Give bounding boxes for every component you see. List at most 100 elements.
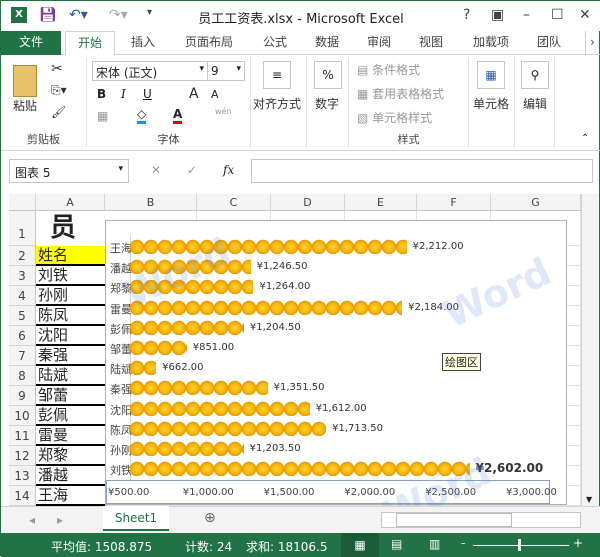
column-header[interactable]: C: [197, 194, 271, 211]
paste-button[interactable]: 粘贴: [13, 97, 37, 114]
row-header[interactable]: 2: [9, 246, 36, 266]
row-header[interactable]: 10: [9, 406, 36, 426]
column-header[interactable]: B: [105, 194, 197, 211]
copy-icon[interactable]: ⎘▾: [51, 83, 67, 98]
add-sheet-icon[interactable]: ⊕: [204, 510, 216, 526]
close-button[interactable]: ✕: [579, 7, 591, 23]
bar[interactable]: [130, 360, 157, 376]
editing-button[interactable]: 编辑: [523, 95, 547, 112]
fill-color-icon[interactable]: ◇: [137, 107, 147, 124]
ribbon-display-button[interactable]: ▣: [491, 7, 504, 23]
bar[interactable]: [130, 380, 268, 396]
table-format-button[interactable]: ▦ 套用表格格式: [357, 85, 444, 102]
editing-group[interactable]: ⚲ 编辑: [515, 57, 555, 147]
alignment-group[interactable]: ≡ 对齐方式: [251, 57, 307, 147]
shrink-font-button[interactable]: A: [211, 88, 219, 101]
tab-file[interactable]: 文件: [1, 31, 61, 55]
column-header[interactable]: E: [345, 194, 417, 211]
bar[interactable]: [130, 319, 244, 335]
column-header[interactable]: A: [36, 194, 105, 211]
horizontal-scrollbar[interactable]: [381, 512, 581, 528]
name-box[interactable]: 图表 5 ▾: [9, 159, 129, 183]
row-header[interactable]: 3: [9, 266, 36, 286]
select-all-corner[interactable]: [9, 194, 36, 211]
format-painter-icon[interactable]: 🖌︎: [51, 105, 66, 119]
row-header[interactable]: 9: [9, 386, 36, 406]
formula-input[interactable]: [251, 159, 593, 183]
font-name-select[interactable]: 宋体 (正文) ▾: [92, 61, 208, 81]
insert-function-button[interactable]: fx: [223, 163, 234, 177]
column-header[interactable]: D: [271, 194, 345, 211]
sheet-tab-sheet1[interactable]: Sheet1: [103, 506, 169, 531]
italic-button[interactable]: I: [121, 87, 126, 101]
chart[interactable]: 王海 ¥2,212.00 潘越 ¥1,246.50 郑黎 ¥1,264.00 雷曼 ¥2,18…: [105, 220, 567, 505]
bar[interactable]: [130, 441, 244, 456]
number-group[interactable]: % 数字: [307, 57, 349, 147]
bar[interactable]: [130, 420, 327, 436]
cancel-icon[interactable]: ✕: [151, 163, 161, 177]
page-break-view-icon[interactable]: ▥: [429, 537, 440, 551]
alignment-button[interactable]: 对齐方式: [253, 95, 301, 112]
name-cell[interactable]: 王海: [36, 486, 105, 506]
font-size-select[interactable]: 9 ▾: [207, 61, 245, 81]
grow-font-button[interactable]: A: [189, 86, 199, 102]
number-button[interactable]: 数字: [315, 95, 339, 112]
font-color-icon[interactable]: A: [173, 107, 183, 124]
zoom-slider[interactable]: [473, 545, 569, 546]
cut-icon[interactable]: ✂: [51, 61, 63, 77]
bar[interactable]: [130, 299, 403, 315]
page-layout-view-icon[interactable]: ▤: [391, 537, 402, 551]
bold-button[interactable]: B: [97, 87, 106, 101]
conditional-format-button[interactable]: ▤ 条件格式: [357, 61, 420, 78]
tab-page-layout[interactable]: 页面布局: [173, 31, 245, 55]
column-header[interactable]: F: [417, 194, 491, 211]
tab-team[interactable]: 团队: [527, 31, 571, 55]
category-label: 彭佩: [110, 322, 132, 336]
enter-icon[interactable]: ✓: [187, 163, 197, 177]
row-header[interactable]: 1: [9, 211, 36, 246]
cells-button[interactable]: 单元格: [473, 95, 509, 112]
bar[interactable]: [130, 239, 407, 254]
bar[interactable]: [130, 340, 187, 355]
bar[interactable]: [130, 259, 251, 275]
row-header[interactable]: 13: [9, 466, 36, 486]
cell-style-button[interactable]: ▧ 单元格样式: [357, 109, 432, 126]
sheet-prev-icon[interactable]: ◂: [29, 513, 35, 527]
row-header[interactable]: 14: [9, 486, 36, 506]
tab-home[interactable]: 开始: [65, 31, 115, 56]
paste-icon[interactable]: [13, 65, 37, 97]
zoom-slider-thumb[interactable]: [518, 539, 521, 551]
help-button[interactable]: ?: [463, 7, 470, 23]
bar[interactable]: [130, 279, 254, 295]
tab-addins[interactable]: 加载项: [463, 31, 519, 55]
bar[interactable]: [130, 400, 310, 416]
row-header[interactable]: 6: [9, 326, 36, 346]
tab-insert[interactable]: 插入: [121, 31, 165, 55]
tab-formulas[interactable]: 公式: [253, 31, 297, 55]
tab-review[interactable]: 审阅: [357, 31, 401, 55]
row-header[interactable]: 5: [9, 306, 36, 326]
bar[interactable]: [130, 461, 470, 477]
tab-view[interactable]: 视图: [409, 31, 453, 55]
minimize-button[interactable]: –: [523, 7, 530, 23]
row-header[interactable]: 11: [9, 426, 36, 446]
row-header[interactable]: 4: [9, 286, 36, 306]
row-header[interactable]: 12: [9, 446, 36, 466]
vertical-scrollbar[interactable]: ▼: [581, 194, 599, 506]
collapse-ribbon-icon[interactable]: ⌃: [581, 133, 589, 144]
row-header[interactable]: 8: [9, 366, 36, 386]
value-axis[interactable]: [106, 480, 550, 504]
zoom-in-button[interactable]: +: [573, 536, 583, 550]
sheet-next-icon[interactable]: ▸: [57, 513, 63, 527]
row-header[interactable]: 7: [9, 346, 36, 366]
border-icon[interactable]: ▦: [97, 109, 108, 123]
zoom-out-button[interactable]: -: [461, 536, 465, 550]
tab-scroll-right[interactable]: ›: [585, 31, 599, 55]
cells-group[interactable]: ▦ 单元格: [469, 57, 515, 147]
maximize-button[interactable]: ☐: [551, 7, 564, 23]
phonetic-icon[interactable]: wén: [215, 107, 232, 116]
column-header[interactable]: G: [491, 194, 581, 211]
tab-data[interactable]: 数据: [305, 31, 349, 55]
normal-view-icon[interactable]: ▦: [341, 533, 379, 557]
underline-button[interactable]: U: [143, 87, 152, 101]
